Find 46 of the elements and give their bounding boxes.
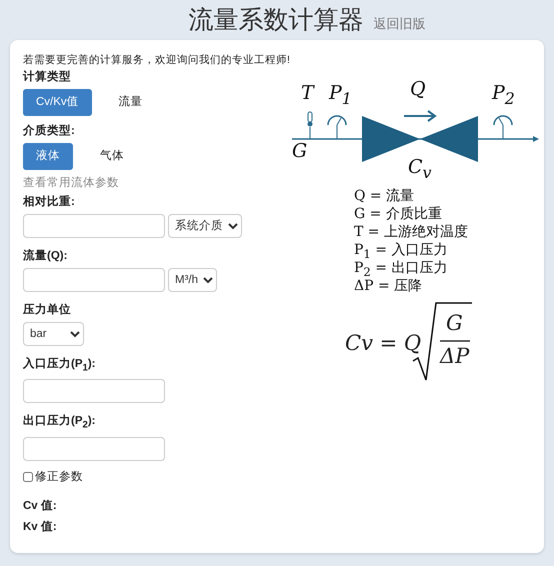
legend-line: G = 介质比重 — [354, 205, 442, 223]
section-label: 介质类型: — [23, 124, 76, 139]
fraction-line — [440, 340, 470, 342]
field-label: 压力单位 — [23, 303, 72, 318]
field-label: 出口压力(P$_{2}$): — [23, 414, 96, 433]
legend-line: P$_{2}$ = 出口压力 — [354, 259, 448, 279]
result-label: Cv 值: — [23, 498, 58, 514]
notice-text: 若需要更完善的计算服务，欢迎询问我们的专业工程师! — [23, 53, 290, 68]
gauge-icon — [327, 115, 347, 140]
legend-line: T = 上游绝对温度 — [354, 223, 468, 241]
field-label: 流量(Q): — [23, 249, 68, 264]
coefficient-symbol: C$_{v}$ — [408, 158, 432, 181]
legend-line: Q = 流量 — [354, 187, 414, 205]
input-field[interactable] — [23, 268, 165, 292]
fluid-params-link[interactable]: 查看常用流体参数 — [23, 176, 281, 191]
formula-numerator: G — [446, 313, 463, 334]
gravity-symbol: G — [292, 142, 308, 161]
formula-denominator: ΔP — [440, 346, 470, 367]
unit-select[interactable]: bar — [23, 322, 84, 346]
input-field[interactable] — [23, 214, 165, 238]
input-field[interactable] — [23, 436, 165, 461]
input-field[interactable] — [23, 379, 165, 404]
pressure-symbol: P$_{1}$ — [329, 84, 352, 107]
thermometer-icon — [308, 112, 312, 140]
page-title: 流量系数计算器 — [188, 5, 364, 36]
option-button[interactable]: 流量 — [106, 89, 156, 116]
flow-arrow — [404, 110, 437, 122]
option-button[interactable]: Cv/Kv值 — [23, 89, 92, 116]
result-label: Kv 值: — [23, 520, 58, 535]
gauge-icon — [493, 115, 513, 140]
field-label: 相对比重: — [23, 195, 76, 210]
unit-select[interactable]: M³/h — [168, 268, 217, 292]
section-label: 计算类型 — [23, 70, 72, 85]
pressure-symbol: P$_{2}$ — [492, 84, 515, 107]
option-button[interactable]: 气体 — [87, 143, 137, 170]
unit-select[interactable]: 系统介质 — [168, 214, 242, 238]
field-label: 入口压力(P$_{1}$): — [23, 357, 96, 376]
old-version-link[interactable]: 返回旧版 — [374, 15, 426, 33]
option-button[interactable]: 液体 — [23, 143, 73, 170]
checkbox[interactable] — [23, 472, 33, 482]
temperature-symbol: T — [301, 84, 314, 103]
legend-line: P$_{1}$ = 入口压力 — [354, 241, 448, 261]
checkbox-label: 修正参数 — [35, 470, 83, 485]
legend-line: ΔP = 压降 — [354, 277, 422, 295]
formula-text: Cv = Q — [345, 333, 422, 354]
flow-symbol: Q — [410, 80, 426, 99]
